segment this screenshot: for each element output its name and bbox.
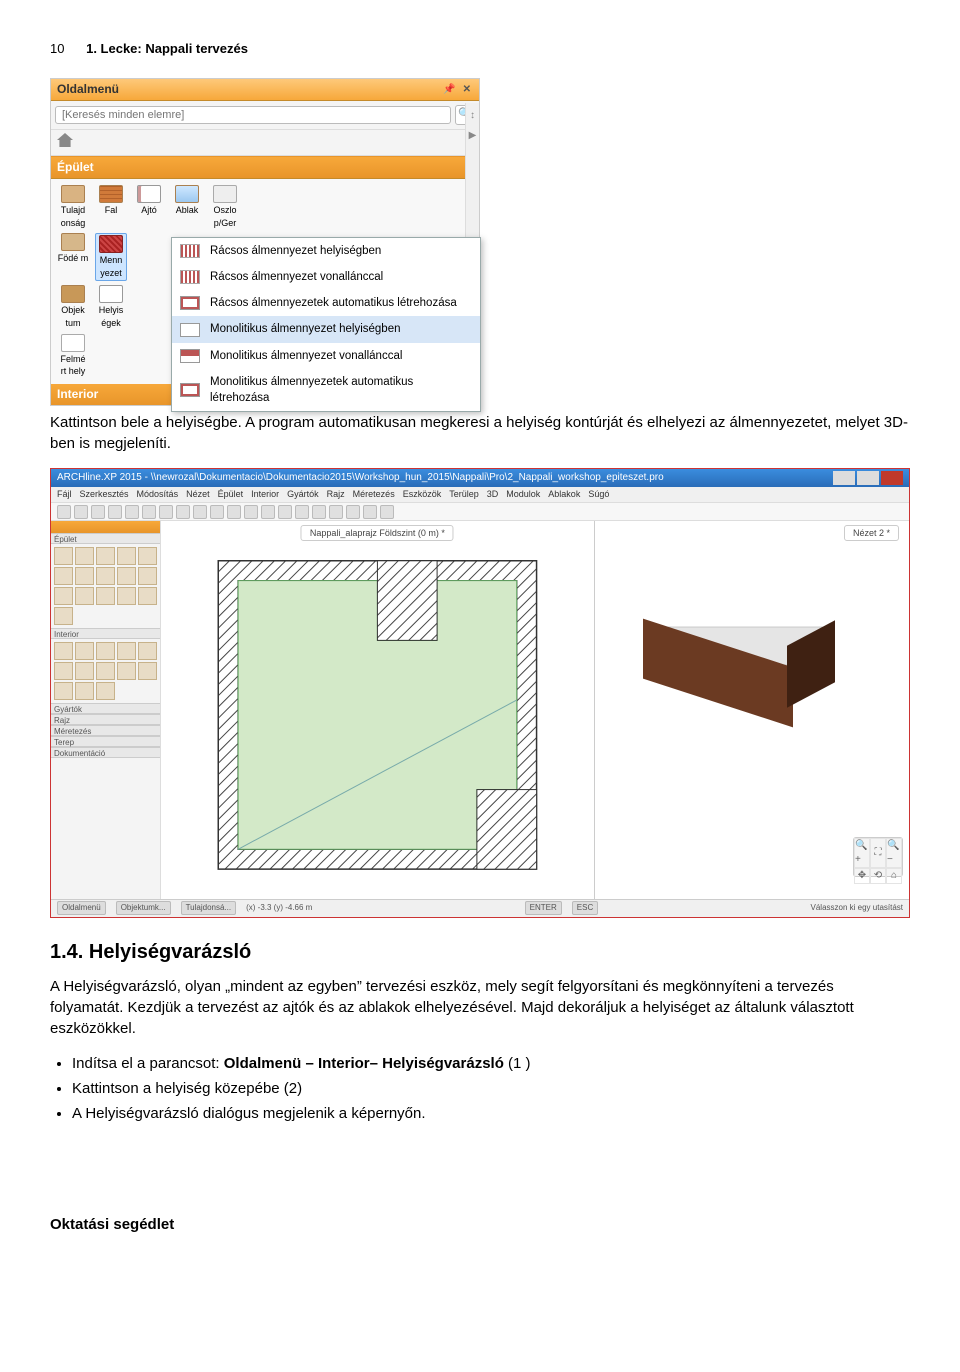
menu-item-racsos-vonallanc[interactable]: Rácsos álmennyezet vonallánccal <box>172 264 480 290</box>
paragraph-below-screenshot1: Kattintson bele a helyiségbe. A program … <box>50 412 910 454</box>
tool-fal[interactable]: Fal <box>95 185 127 229</box>
status-hint: Válasszon ki egy utasítást <box>811 902 904 913</box>
panel-title-text: Oldalmenü <box>57 81 119 98</box>
auto-icon <box>180 383 200 397</box>
zoom-out-icon: 🔍− <box>886 838 902 868</box>
coord-readout: (x) -3.3 (y) -4.66 m <box>246 902 312 913</box>
tool-tulajdonsag[interactable]: Tulajd onság <box>57 185 89 229</box>
menu-item-racsos-auto[interactable]: Rácsos álmennyezetek automatikus létreho… <box>172 290 480 316</box>
sidebar-section[interactable]: Rajz <box>51 714 160 725</box>
ceiling-dropdown-menu: Rácsos álmennyezet helyiségben Rácsos ál… <box>171 237 481 412</box>
search-input[interactable] <box>55 106 451 124</box>
rotate-icon: ⟲ <box>870 868 886 884</box>
3d-model <box>635 611 835 731</box>
3d-view[interactable]: Nézet 2 * ⤡ 🔍+⛶🔍− ✥⟲⌂ <box>595 521 909 899</box>
view-tab[interactable]: Nézet 2 * <box>844 525 899 542</box>
mainwin-title: ARCHline.XP 2015 - \\newrozal\Dokumentac… <box>57 471 664 485</box>
sidebar-section[interactable]: Épület <box>51 533 160 544</box>
auto-icon <box>180 296 200 310</box>
menu-item-monolit-vonallanc[interactable]: Monolitikus álmennyezet vonallánccal <box>172 343 480 369</box>
category-epulet[interactable]: Épület <box>51 156 479 179</box>
tool-empty <box>133 334 165 378</box>
line-icon <box>180 349 200 363</box>
statusbar: Oldalmenü Objektumk... Tulajdonsá... (x)… <box>51 899 909 917</box>
screenshot-main-window: ARCHline.XP 2015 - \\newrozal\Dokumentac… <box>50 468 910 918</box>
status-tab[interactable]: Oldalmenü <box>57 901 106 914</box>
mono-icon <box>180 323 200 337</box>
chevron-right-icon[interactable]: ▶ <box>469 129 477 143</box>
section-paragraph: A Helyiségvarázsló, olyan „mindent az eg… <box>50 976 910 1039</box>
sidebar-section[interactable]: Interior <box>51 628 160 639</box>
plan-view[interactable]: Nappali_alaprajz Földszint (0 m) * <box>161 521 595 899</box>
chapter-title: 1. Lecke: Nappali tervezés <box>86 41 248 56</box>
sidebar-section[interactable]: Dokumentáció <box>51 747 160 758</box>
menu-item-monolit-helyisegben[interactable]: Monolitikus álmennyezet helyiségben <box>172 316 480 342</box>
status-tab[interactable]: Objektumk... <box>116 901 171 914</box>
zoom-fit-icon: ⛶ <box>870 838 886 868</box>
grid-icon <box>180 244 200 258</box>
mainwin-toolbar[interactable] <box>51 503 909 521</box>
tool-ablak[interactable]: Ablak <box>171 185 203 229</box>
mainwin-menubar[interactable]: FájlSzerkesztés MódosításNézet ÉpületInt… <box>51 487 909 503</box>
mainwin-titlebar: ARCHline.XP 2015 - \\newrozal\Dokumentac… <box>51 469 909 487</box>
panel-search-row: 🔍 <box>51 101 479 130</box>
status-tab[interactable]: Tulajdonsá... <box>181 901 237 914</box>
tool-mennyezet[interactable]: Menn yezet <box>95 233 127 281</box>
sidebar-head <box>51 521 160 533</box>
tool-oszlop[interactable]: Oszlo p/Ger <box>209 185 241 229</box>
grid-icon <box>180 270 200 284</box>
tool-empty <box>133 285 165 329</box>
zoom-in-icon: 🔍+ <box>854 838 870 868</box>
mainwin-sidebar: Épület Interior Gyártók Rajz Méretezés T… <box>51 521 161 899</box>
home-view-icon: ⌂ <box>886 868 902 884</box>
panel-window-buttons[interactable]: 📌 ✕ <box>443 83 473 97</box>
menu-item-racsos-helyisegben[interactable]: Rácsos álmennyezet helyiségben <box>172 238 480 264</box>
mainwin-window-buttons[interactable] <box>833 471 903 485</box>
sidebar-section[interactable]: Gyártók <box>51 703 160 714</box>
tool-objektum[interactable]: Objek tum <box>57 285 89 329</box>
home-icon[interactable] <box>57 133 73 147</box>
section-heading: 1.4. Helyiségvarázsló <box>50 938 910 966</box>
list-item: Indítsa el a parancsot: Oldalmenü – Inte… <box>72 1053 910 1074</box>
tool-ajto[interactable]: Ajtó <box>133 185 165 229</box>
zoom-controls[interactable]: 🔍+⛶🔍− ✥⟲⌂ <box>853 837 903 877</box>
page-number: 10 <box>50 40 64 58</box>
list-item: A Helyiségvarázsló dialógus megjelenik a… <box>72 1103 910 1124</box>
tool-empty <box>133 233 165 281</box>
menu-item-monolit-auto[interactable]: Monolitikus álmennyezetek automatikus lé… <box>172 369 480 411</box>
expand-icon[interactable]: ↕ <box>470 109 475 123</box>
bullet-list: Indítsa el a parancsot: Oldalmenü – Inte… <box>50 1053 910 1124</box>
screenshot-side-panel: Oldalmenü 📌 ✕ 🔍 Épület Tulajd onság Fal … <box>50 78 480 405</box>
key-hint: ENTER <box>525 901 562 914</box>
panel-home-row <box>51 130 479 156</box>
plan-tab[interactable]: Nappali_alaprajz Földszint (0 m) * <box>301 525 454 542</box>
tool-fodem[interactable]: Födé m <box>57 233 89 281</box>
mainwin-workarea: Nappali_alaprajz Földszint (0 m) * <box>161 521 909 899</box>
floorplan-svg <box>161 521 594 899</box>
footer-text: Oktatási segédlet <box>50 1214 910 1235</box>
sidebar-section[interactable]: Terep <box>51 736 160 747</box>
sidebar-section[interactable]: Méretezés <box>51 725 160 736</box>
key-hint: ESC <box>572 901 598 914</box>
mainwin-body: Épület Interior Gyártók Rajz Méretezés T… <box>51 521 909 899</box>
pan-icon: ✥ <box>854 868 870 884</box>
tool-empty <box>95 334 127 378</box>
list-item: Kattintson a helyiség közepébe (2) <box>72 1078 910 1099</box>
panel-titlebar: Oldalmenü 📌 ✕ <box>51 79 479 101</box>
tool-felmert-hely[interactable]: Felmé rt hely <box>57 334 89 378</box>
page-header: 10 1. Lecke: Nappali tervezés <box>50 40 910 58</box>
tool-helyisegek[interactable]: Helyis égek <box>95 285 127 329</box>
